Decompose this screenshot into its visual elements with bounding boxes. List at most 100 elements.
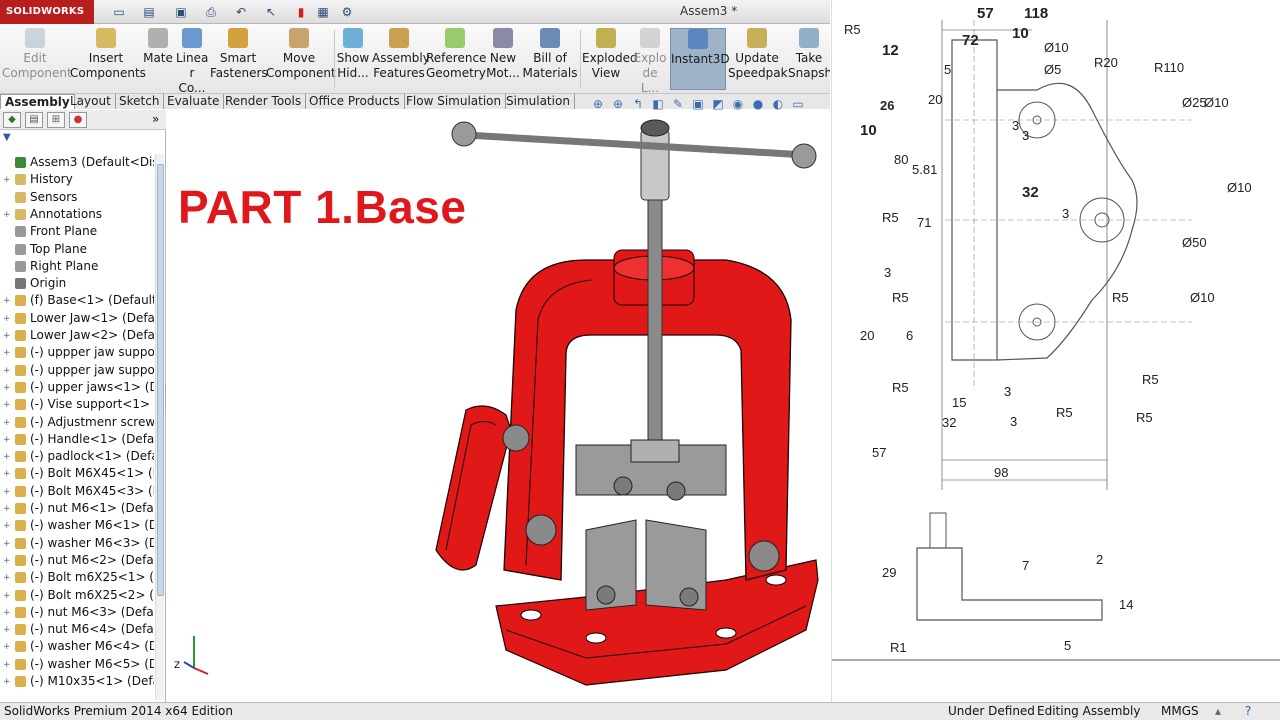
tree-item[interactable]: + (-) nut M6<4> (Default- <box>0 621 154 638</box>
tab-assembly[interactable]: Assembly <box>0 94 75 109</box>
expand-toggle-icon[interactable]: + <box>3 588 11 605</box>
tab-sketch[interactable]: Sketch <box>115 94 165 109</box>
section-view-icon[interactable]: ◧ <box>650 96 666 112</box>
tree-item[interactable]: Top Plane <box>0 241 154 258</box>
expand-toggle-icon[interactable]: + <box>3 345 11 362</box>
expand-toggle-icon[interactable]: + <box>3 415 11 432</box>
expand-toggle-icon[interactable]: + <box>3 639 11 656</box>
expand-toggle-icon[interactable]: + <box>3 657 11 674</box>
insert-components-button[interactable]: Insert Components <box>70 28 146 90</box>
tree-item[interactable]: + (-) nut M6<3> (Default- <box>0 604 154 621</box>
scrollbar-thumb[interactable] <box>157 164 164 596</box>
expand-toggle-icon[interactable]: + <box>3 553 11 570</box>
dynamic-annotation-icon[interactable]: ✎ <box>670 96 686 112</box>
edit-appearance-icon[interactable]: ● <box>750 96 766 112</box>
show-hidden-components-button[interactable]: Show Hid... <box>336 28 370 90</box>
tree-item[interactable]: Sensors <box>0 189 154 206</box>
expand-toggle-icon[interactable]: + <box>3 432 11 449</box>
tree-item[interactable]: + (-) padlock<1> (Default <box>0 448 154 465</box>
tree-item[interactable]: + (-) Bolt m6X25<1> (Def <box>0 569 154 586</box>
filter-icon[interactable]: ▼ <box>3 132 11 143</box>
tree-item[interactable]: + Lower Jaw<1> (Default <box>0 310 154 327</box>
tree-item[interactable]: + (-) Bolt M6X45<1> (Def <box>0 465 154 482</box>
undo-icon[interactable]: ↶ <box>232 3 250 21</box>
expand-toggle-icon[interactable]: + <box>3 570 11 587</box>
tree-item[interactable]: Front Plane <box>0 223 154 240</box>
file-properties-icon[interactable]: ▦ <box>314 3 332 21</box>
tab-render-tools[interactable]: Render Tools <box>221 94 307 109</box>
tree-scrollbar[interactable] <box>155 154 164 700</box>
print-icon[interactable]: ⎙ <box>202 3 220 21</box>
apply-scene-icon[interactable]: ◐ <box>770 96 786 112</box>
propertymanager-tab-icon[interactable]: ▤ <box>25 112 43 128</box>
tree-item[interactable]: Assem3 (Default<Display <box>0 154 154 171</box>
tree-item[interactable]: + (-) nut M6<1> (Default- <box>0 500 154 517</box>
tree-item[interactable]: + (-) uppper jaw support- <box>0 344 154 361</box>
tree-item[interactable]: + (-) Adjustmenr screw<1 <box>0 414 154 431</box>
expand-toggle-icon[interactable]: + <box>3 363 11 380</box>
tree-item[interactable]: + (-) upper jaws<1> (Def <box>0 379 154 396</box>
tree-item[interactable]: Right Plane <box>0 258 154 275</box>
help-icon[interactable]: ? <box>1245 703 1251 720</box>
edit-component-button[interactable]: Edit Component <box>2 28 72 90</box>
take-snapshot-button[interactable]: Take Snapsho <box>788 28 830 90</box>
save-icon[interactable]: ▣ <box>172 3 190 21</box>
expand-toggle-icon[interactable]: + <box>3 397 11 414</box>
tab-layout[interactable]: Layout <box>66 94 116 109</box>
bill-of-materials-button[interactable]: Bill of Materials <box>522 28 578 90</box>
tree-item[interactable]: Origin <box>0 275 154 292</box>
hide-show-items-icon[interactable]: ◉ <box>730 96 746 112</box>
explode-line-sketch-button[interactable]: Explo de L... <box>632 28 668 95</box>
tree-item[interactable]: + (f) Base<1> (Default<< <box>0 292 154 309</box>
instant3d-button[interactable]: Instant3D <box>670 28 730 90</box>
expand-toggle-icon[interactable]: + <box>3 466 11 483</box>
tree-item[interactable]: + (-) uppper jaw support- <box>0 362 154 379</box>
expand-toggle-icon[interactable]: + <box>3 536 11 553</box>
exploded-view-button[interactable]: Exploded View <box>582 28 638 90</box>
graphics-area[interactable]: PART 1.Base Z <box>166 110 830 702</box>
configurationmanager-tab-icon[interactable]: ⊞ <box>47 112 65 128</box>
units-dropdown-icon[interactable]: ▴ <box>1215 703 1221 720</box>
tree-item[interactable]: + Annotations <box>0 206 154 223</box>
reference-geometry-button[interactable]: Reference Geometry <box>426 28 486 90</box>
new-motion-study-button[interactable]: New Mot... <box>486 28 520 90</box>
expand-toggle-icon[interactable]: + <box>3 501 11 518</box>
expand-toggle-icon[interactable]: + <box>3 293 11 310</box>
smart-fasteners-button[interactable]: Smart Fasteners <box>210 28 268 90</box>
expand-toggle-icon[interactable]: + <box>3 518 11 535</box>
new-document-icon[interactable]: ▭ <box>110 3 128 21</box>
expand-toggle-icon[interactable]: + <box>3 484 11 501</box>
tree-item[interactable]: + (-) Bolt M6X45<3> (Def <box>0 483 154 500</box>
expand-toggle-icon[interactable]: + <box>3 328 11 345</box>
tree-item[interactable]: + (-) washer M6<5> (Defa <box>0 656 154 673</box>
pipe-vise-model[interactable] <box>166 110 830 702</box>
tree-item[interactable]: + (-) nut M6<2> (Default- <box>0 552 154 569</box>
tree-item[interactable]: + (-) Bolt m6X25<2> (Def <box>0 587 154 604</box>
tree-item[interactable]: + (-) washer M6<4> (Defa <box>0 638 154 655</box>
options-icon[interactable]: ⚙ <box>338 3 356 21</box>
mate-button[interactable]: Mate <box>142 28 174 90</box>
tree-item[interactable]: + (-) washer M6<3> (Defa <box>0 535 154 552</box>
view-settings-icon[interactable]: ▭ <box>790 96 806 112</box>
expand-toggle-icon[interactable]: + <box>3 605 11 622</box>
expand-toggle-icon[interactable]: + <box>3 311 11 328</box>
assembly-features-button[interactable]: Assembly Features <box>372 28 430 90</box>
tree-item[interactable]: + Lower Jaw<2> (Default <box>0 327 154 344</box>
update-speedpak-button[interactable]: Update Speedpak <box>728 28 788 90</box>
tab-flow-simulation[interactable]: Flow Simulation <box>402 94 507 109</box>
units-selector[interactable]: MMGS <box>1161 703 1199 720</box>
tree-item[interactable]: + (-) washer M6<1> (Defa <box>0 517 154 534</box>
tree-item[interactable]: + History <box>0 171 154 188</box>
tree-item[interactable]: + (-) Vise support<1> (De <box>0 396 154 413</box>
tree-item[interactable]: + (-) M10x35<1> (Default <box>0 673 154 690</box>
previous-view-icon[interactable]: ↰ <box>630 96 646 112</box>
select-cursor-icon[interactable]: ↖ <box>262 3 280 21</box>
display-style-icon[interactable]: ◩ <box>710 96 726 112</box>
zoom-to-area-icon[interactable]: ⊕ <box>610 96 626 112</box>
featuremanager-tab-icon[interactable]: ◆ <box>3 112 21 128</box>
expand-toggle-icon[interactable]: + <box>3 449 11 466</box>
display-manager-tab-icon[interactable]: ● <box>69 112 87 128</box>
expand-toggle-icon[interactable]: + <box>3 172 11 189</box>
expand-toggle-icon[interactable]: + <box>3 380 11 397</box>
expand-toggle-icon[interactable]: + <box>3 622 11 639</box>
